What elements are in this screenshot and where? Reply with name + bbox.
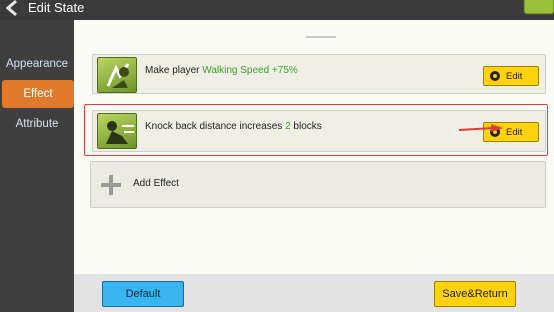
edit-button[interactable]: Edit xyxy=(483,66,539,86)
add-effect-button[interactable]: Add Effect xyxy=(90,161,546,208)
save-return-button[interactable]: Save&Return xyxy=(434,281,516,307)
tab-appearance[interactable]: Appearance xyxy=(0,50,74,78)
back-arrow-icon[interactable] xyxy=(2,0,22,18)
effect-value: Walking Speed +75% xyxy=(202,65,298,76)
annotation-arrow-icon xyxy=(459,124,503,132)
effect-card-walking-speed: Make player Walking Speed +75% Edit xyxy=(92,54,546,94)
default-button[interactable]: Default xyxy=(102,281,184,307)
footer-bar: Default Save&Return xyxy=(74,274,554,312)
tab-attribute[interactable]: Attribute xyxy=(0,110,74,138)
effect-description: Knock back distance increases 2 blocks xyxy=(145,121,322,132)
gear-icon xyxy=(490,71,500,81)
window-header: Edit State xyxy=(0,0,554,20)
sidebar: Appearance Effect Attribute xyxy=(0,20,74,312)
tab-effect[interactable]: Effect xyxy=(2,80,74,108)
add-effect-label: Add Effect xyxy=(133,178,179,189)
confirm-icon[interactable] xyxy=(522,0,554,16)
scroll-indicator xyxy=(304,34,338,40)
page-title: Edit State xyxy=(28,0,85,15)
effect-description: Make player Walking Speed +75% xyxy=(145,65,298,76)
knockback-icon xyxy=(97,113,137,149)
speed-boost-icon xyxy=(97,57,137,93)
effect-panel: Make player Walking Speed +75% Edit Knoc… xyxy=(74,20,554,274)
plus-icon xyxy=(101,175,121,195)
